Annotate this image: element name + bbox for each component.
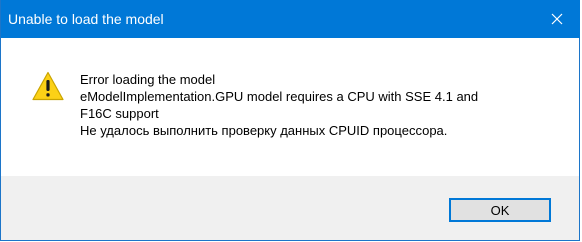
message-line: Error loading the model [80,72,216,87]
close-button[interactable] [534,0,580,38]
dialog-content: Error loading the model eModelImplementa… [1,38,579,176]
dialog-title: Unable to load the model [8,11,164,27]
error-dialog: Unable to load the model Error loading t… [0,0,580,241]
error-message: Error loading the model eModelImplementa… [80,71,550,139]
message-line: eModelImplementation.GPU model requires … [80,89,479,104]
ok-button[interactable]: OK [449,198,551,222]
message-line: F16C support [80,106,159,121]
message-line: Не удалось выполнить проверку данных CPU… [80,123,448,138]
dialog-footer: OK [1,176,579,240]
title-bar: Unable to load the model [1,0,580,38]
close-icon [551,13,563,25]
warning-icon [32,71,64,101]
